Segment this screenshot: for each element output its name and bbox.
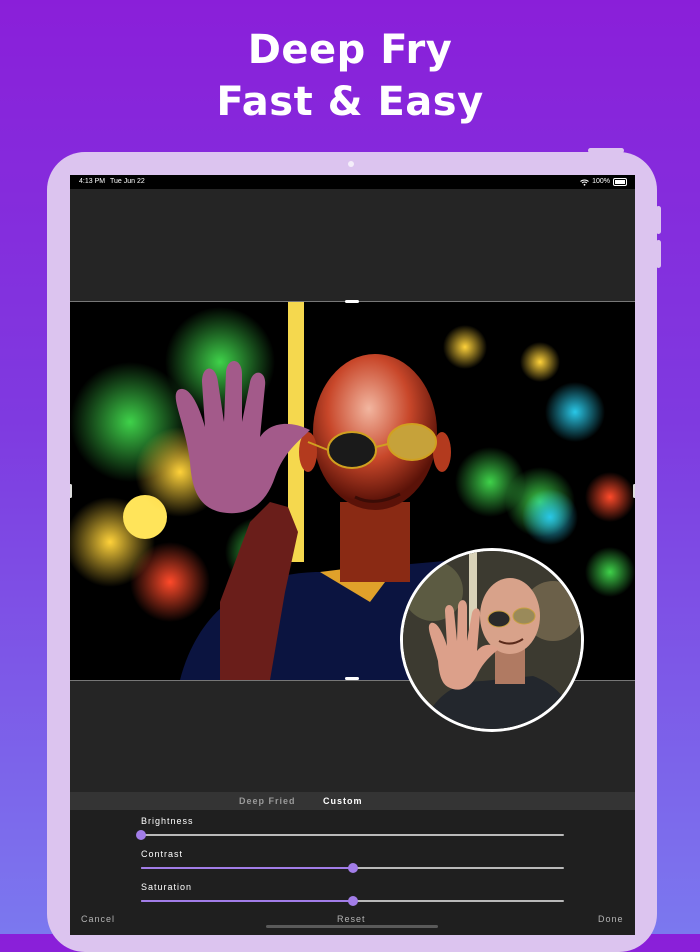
- tab-custom[interactable]: Custom: [323, 792, 363, 810]
- status-time: 4:13 PM: [79, 178, 106, 185]
- app-screen: 4:13 PM Tue Jun 22 100% Deep Fried Custo…: [70, 175, 635, 935]
- status-right: 100%: [580, 175, 627, 189]
- wifi-icon: [580, 179, 589, 186]
- ipad-frame: 4:13 PM Tue Jun 22 100% Deep Fried Custo…: [47, 148, 661, 952]
- crop-handle-bottom[interactable]: [345, 677, 359, 680]
- promo-line-1: Deep Fry: [247, 27, 453, 73]
- mode-tabs: Deep Fried Custom: [70, 792, 635, 810]
- top-button: [588, 148, 624, 153]
- contrast-knob[interactable]: [347, 863, 358, 873]
- saturation-label: Saturation: [141, 882, 193, 892]
- cancel-button[interactable]: Cancel: [81, 914, 115, 924]
- reset-button[interactable]: Reset: [337, 914, 366, 924]
- crop-handle-top[interactable]: [345, 300, 359, 303]
- saturation-knob[interactable]: [347, 896, 358, 906]
- status-date: Tue Jun 22: [110, 178, 145, 185]
- saturation-slider[interactable]: [141, 896, 564, 906]
- saturation-fill: [141, 900, 353, 902]
- front-camera: [348, 161, 354, 167]
- brightness-label: Brightness: [141, 816, 194, 826]
- home-indicator: [266, 925, 438, 928]
- original-photo-preview: [400, 548, 584, 732]
- done-button[interactable]: Done: [598, 914, 624, 924]
- status-bar: 4:13 PM Tue Jun 22 100%: [70, 175, 635, 189]
- original-photo: [403, 551, 581, 729]
- promo-line-2: Fast & Easy: [216, 79, 484, 125]
- contrast-fill: [141, 867, 353, 869]
- brightness-knob[interactable]: [136, 830, 146, 840]
- volume-up-button: [656, 206, 661, 234]
- promo-headline: Deep Fry Fast & Easy: [0, 24, 700, 128]
- battery-icon: [613, 178, 627, 186]
- crop-handle-right[interactable]: [633, 484, 635, 498]
- battery-percent: 100%: [592, 178, 610, 185]
- tab-deep-fried[interactable]: Deep Fried: [239, 792, 296, 810]
- crop-handle-left[interactable]: [70, 484, 72, 498]
- volume-down-button: [656, 240, 661, 268]
- contrast-label: Contrast: [141, 849, 184, 859]
- brightness-slider[interactable]: [136, 830, 564, 840]
- contrast-slider[interactable]: [141, 863, 564, 873]
